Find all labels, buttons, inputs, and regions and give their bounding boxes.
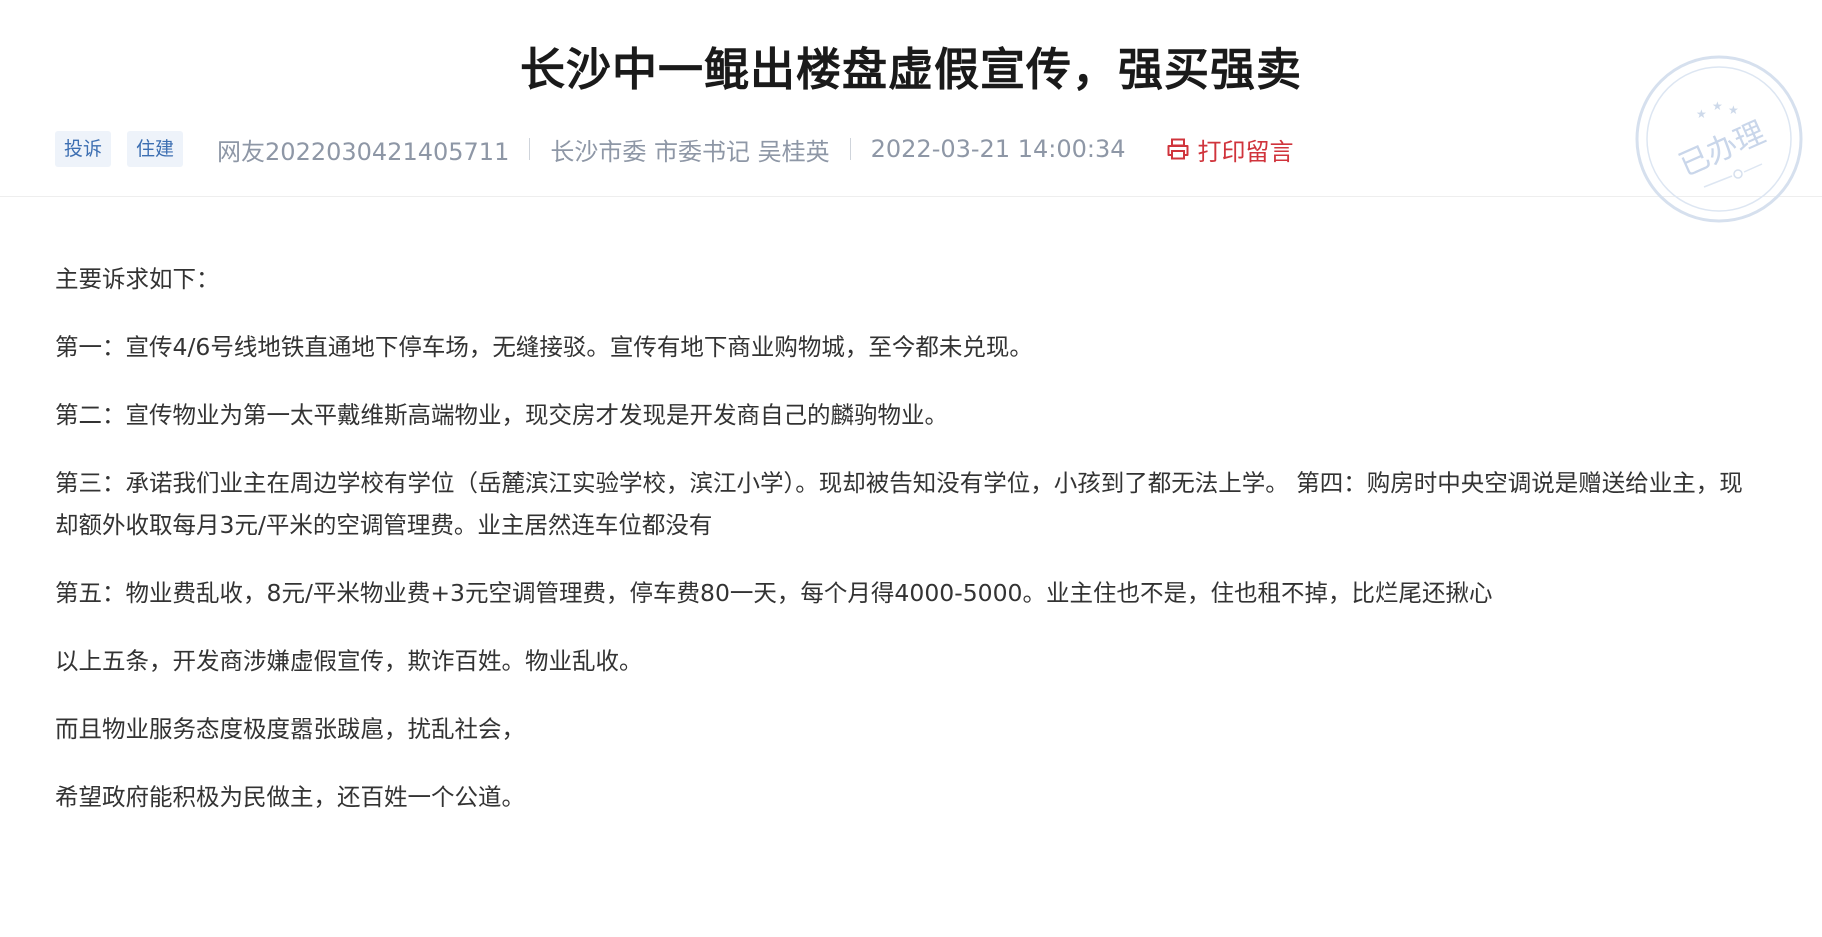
body-paragraph: 第二：宣传物业为第一太平戴维斯高端物业，现交房才发现是开发商自己的麟驹物业。 (55, 401, 948, 429)
body-paragraph: 以上五条，开发商涉嫌虚假宣传，欺诈百姓。物业乱收。 (55, 647, 643, 675)
print-label: 打印留言 (1197, 137, 1294, 166)
svg-text:★: ★ (1728, 103, 1739, 117)
meta-divider (529, 138, 531, 160)
message-detail-page: 长沙中一鲲出楼盘虚假宣传，强买强卖 投诉 住建 网友20220304214057… (0, 0, 1822, 937)
body-paragraph: 第三：承诺我们业主在周边学校有学位（岳麓滨江实验学校，滨江小学）。现却被告知没有… (55, 469, 1743, 539)
tag-housing[interactable]: 住建 (127, 131, 184, 167)
recipient: 长沙市委 市委书记 吴桂英 (550, 137, 830, 166)
body-paragraph: 主要诉求如下： (55, 265, 220, 293)
body-paragraph: 第五：物业费乱收，8元/平米物业费+3元空调管理费，停车费80一天，每个月得40… (55, 579, 1493, 607)
body-paragraph: 而且物业服务态度极度嚣张跋扈，扰乱社会， (55, 715, 525, 743)
post-datetime: 2022-03-21 14:00:34 (870, 135, 1126, 163)
body-paragraph: 希望政府能积极为民做主，还百姓一个公道。 (55, 783, 525, 811)
printer-icon (1167, 138, 1189, 160)
stamp-text: 已办理 (1674, 115, 1770, 184)
message-body: 主要诉求如下： 第一：宣传4/6号线地铁直通地下停车场，无缝接驳。宣传有地下商业… (55, 258, 1765, 844)
meta-divider (849, 138, 851, 160)
tag-complaint[interactable]: 投诉 (55, 131, 112, 167)
author-name: 网友2022030421405711 (217, 137, 510, 166)
stamp-icon: ★ ★ ★ 已办理 (1635, 55, 1803, 223)
svg-text:★: ★ (1696, 107, 1707, 121)
body-paragraph: 第一：宣传4/6号线地铁直通地下停车场，无缝接驳。宣传有地下商业购物城，至今都未… (55, 333, 1033, 361)
print-message-button[interactable]: 打印留言 (1166, 132, 1294, 167)
page-title: 长沙中一鲲出楼盘虚假宣传，强买强卖 (519, 43, 1302, 96)
svg-text:★: ★ (1712, 99, 1723, 113)
meta-bar: 投诉 住建 网友2022030421405711 长沙市委 市委书记 吴桂英 2… (55, 129, 1294, 169)
message-header: 长沙中一鲲出楼盘虚假宣传，强买强卖 投诉 住建 网友20220304214057… (0, 0, 1822, 223)
